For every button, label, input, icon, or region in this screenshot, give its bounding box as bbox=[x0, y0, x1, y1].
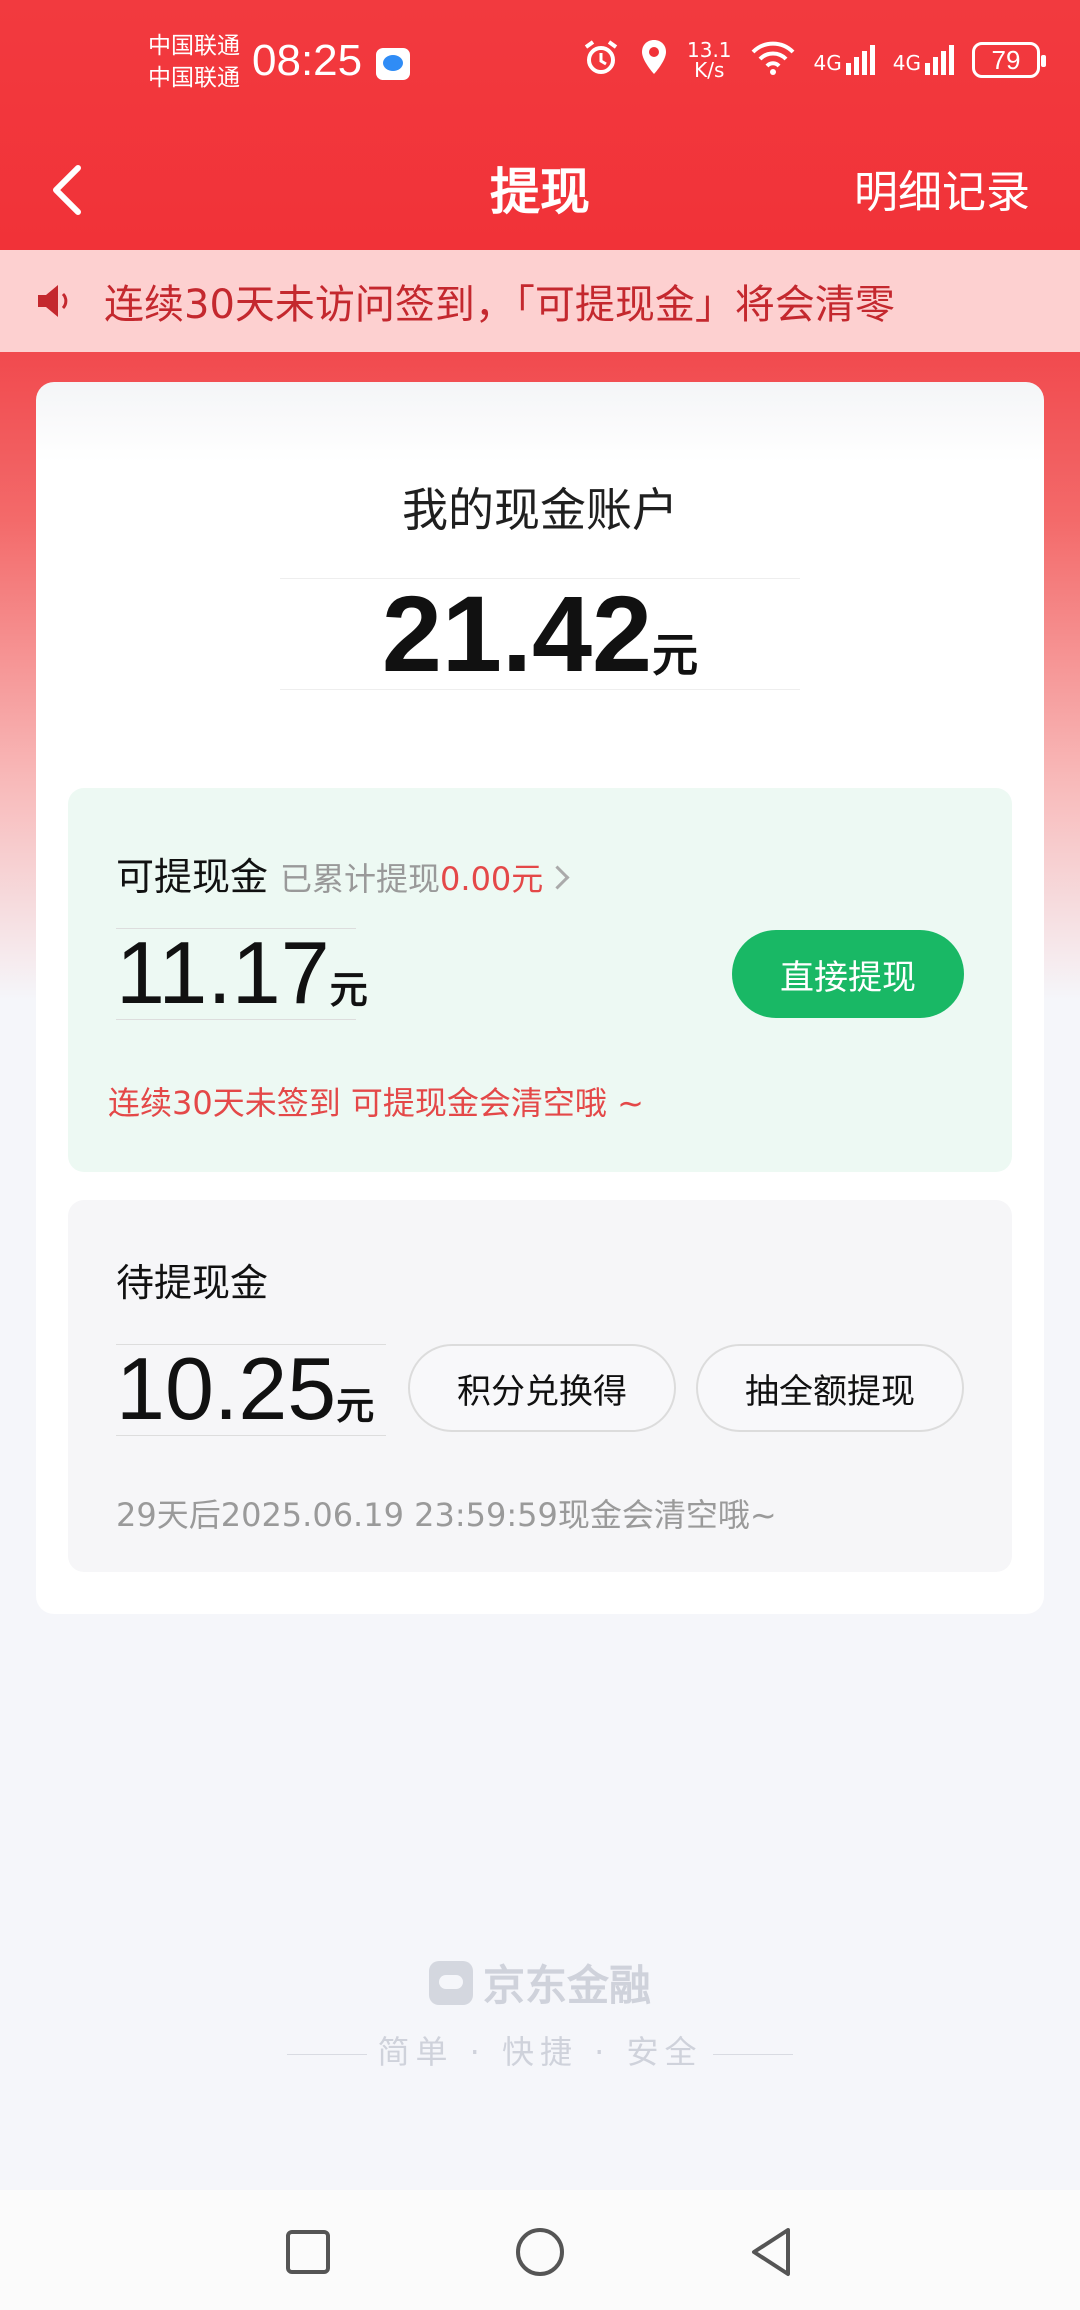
account-unit: 元 bbox=[652, 628, 699, 682]
brand-name: 京东金融 bbox=[482, 1961, 651, 2010]
battery-indicator: 79 bbox=[972, 42, 1046, 78]
home-icon[interactable] bbox=[512, 2224, 568, 2280]
location-icon bbox=[639, 38, 669, 82]
account-balance: 21.42元 bbox=[280, 578, 800, 690]
navigation-bar: 提现 明细记录 bbox=[0, 130, 1080, 250]
pending-cash-section: 待提现金 10.25元 积分兑换得 抽全额提现 29天后2025.06.19 2… bbox=[68, 1200, 1012, 1572]
carrier-1: 中国联通 bbox=[148, 33, 240, 59]
brand-slogan: 简单 · 快捷 · 安全 bbox=[377, 2033, 703, 2071]
withdrawable-amount-row: 11.17元 bbox=[116, 928, 368, 1020]
pending-unit: 元 bbox=[336, 1384, 375, 1428]
recent-apps-icon[interactable] bbox=[280, 2224, 336, 2280]
cellular-signal-1-icon: 4G bbox=[814, 45, 875, 75]
account-title: 我的现金账户 bbox=[402, 483, 678, 537]
brand-slogan-row: 简单 · 快捷 · 安全 bbox=[0, 2027, 1080, 2073]
withdrawable-warning: 连续30天未签到 可提现金会清空哦 ~ bbox=[108, 1084, 644, 1122]
status-bar: 中国联通 中国联通 08:25 13.1 K/s 4G 4G 79 bbox=[0, 0, 1080, 130]
detail-records-link[interactable]: 明细记录 bbox=[854, 156, 1030, 220]
pending-title: 待提现金 bbox=[116, 1261, 269, 1305]
wifi-icon bbox=[750, 40, 796, 80]
clock: 08:25 bbox=[252, 36, 363, 85]
cash-account-card: 我的现金账户 21.42元 可提现金 已累计提现0.00元 11.17元 直接提现… bbox=[36, 382, 1044, 1614]
cumulative-withdrawal-link[interactable]: 已累计提现0.00元 bbox=[280, 860, 570, 898]
full-withdraw-draw-button[interactable]: 抽全额提现 bbox=[696, 1344, 964, 1432]
pending-amount: 10.25 bbox=[116, 1339, 337, 1438]
account-amount: 21.42 bbox=[381, 573, 653, 694]
brand-footer: 京东金融 简单 · 快捷 · 安全 bbox=[0, 1952, 1080, 2073]
alarm-icon bbox=[581, 38, 621, 82]
network-speed: 13.1 K/s bbox=[687, 38, 732, 82]
points-exchange-button[interactable]: 积分兑换得 bbox=[408, 1344, 676, 1432]
carrier-2: 中国联通 bbox=[148, 65, 240, 91]
message-notification-icon bbox=[376, 48, 410, 80]
status-icons: 13.1 K/s 4G 4G 79 bbox=[581, 38, 1046, 82]
jd-finance-logo: 京东金融 bbox=[428, 1952, 651, 2013]
withdrawable-unit: 元 bbox=[329, 968, 368, 1012]
direct-withdraw-button[interactable]: 直接提现 bbox=[732, 930, 964, 1018]
pending-expiry-note: 29天后2025.06.19 23:59:59现金会清空哦~ bbox=[116, 1496, 777, 1534]
notice-banner: 连续30天未访问签到，「可提现金」将会清零 bbox=[0, 250, 1080, 352]
withdrawable-cash-section: 可提现金 已累计提现0.00元 11.17元 直接提现 连续30天未签到 可提现金… bbox=[68, 788, 1012, 1172]
carrier-labels: 中国联通 中国联通 bbox=[148, 30, 240, 94]
pending-amount-row: 10.25元 bbox=[116, 1344, 386, 1436]
withdrawable-header: 可提现金 已累计提现0.00元 bbox=[116, 846, 570, 901]
cellular-signal-2-icon: 4G bbox=[893, 45, 954, 75]
withdrawable-title: 可提现金 bbox=[116, 855, 269, 899]
back-nav-icon[interactable] bbox=[744, 2224, 800, 2280]
chevron-right-icon bbox=[545, 865, 570, 890]
notice-text: 连续30天未访问签到，「可提现金」将会清零 bbox=[104, 282, 895, 328]
jd-finance-logo-icon bbox=[428, 1960, 473, 2005]
speaker-icon bbox=[38, 285, 68, 317]
system-navigation-bar bbox=[0, 2190, 1080, 2310]
withdrawable-amount: 11.17 bbox=[116, 923, 330, 1022]
